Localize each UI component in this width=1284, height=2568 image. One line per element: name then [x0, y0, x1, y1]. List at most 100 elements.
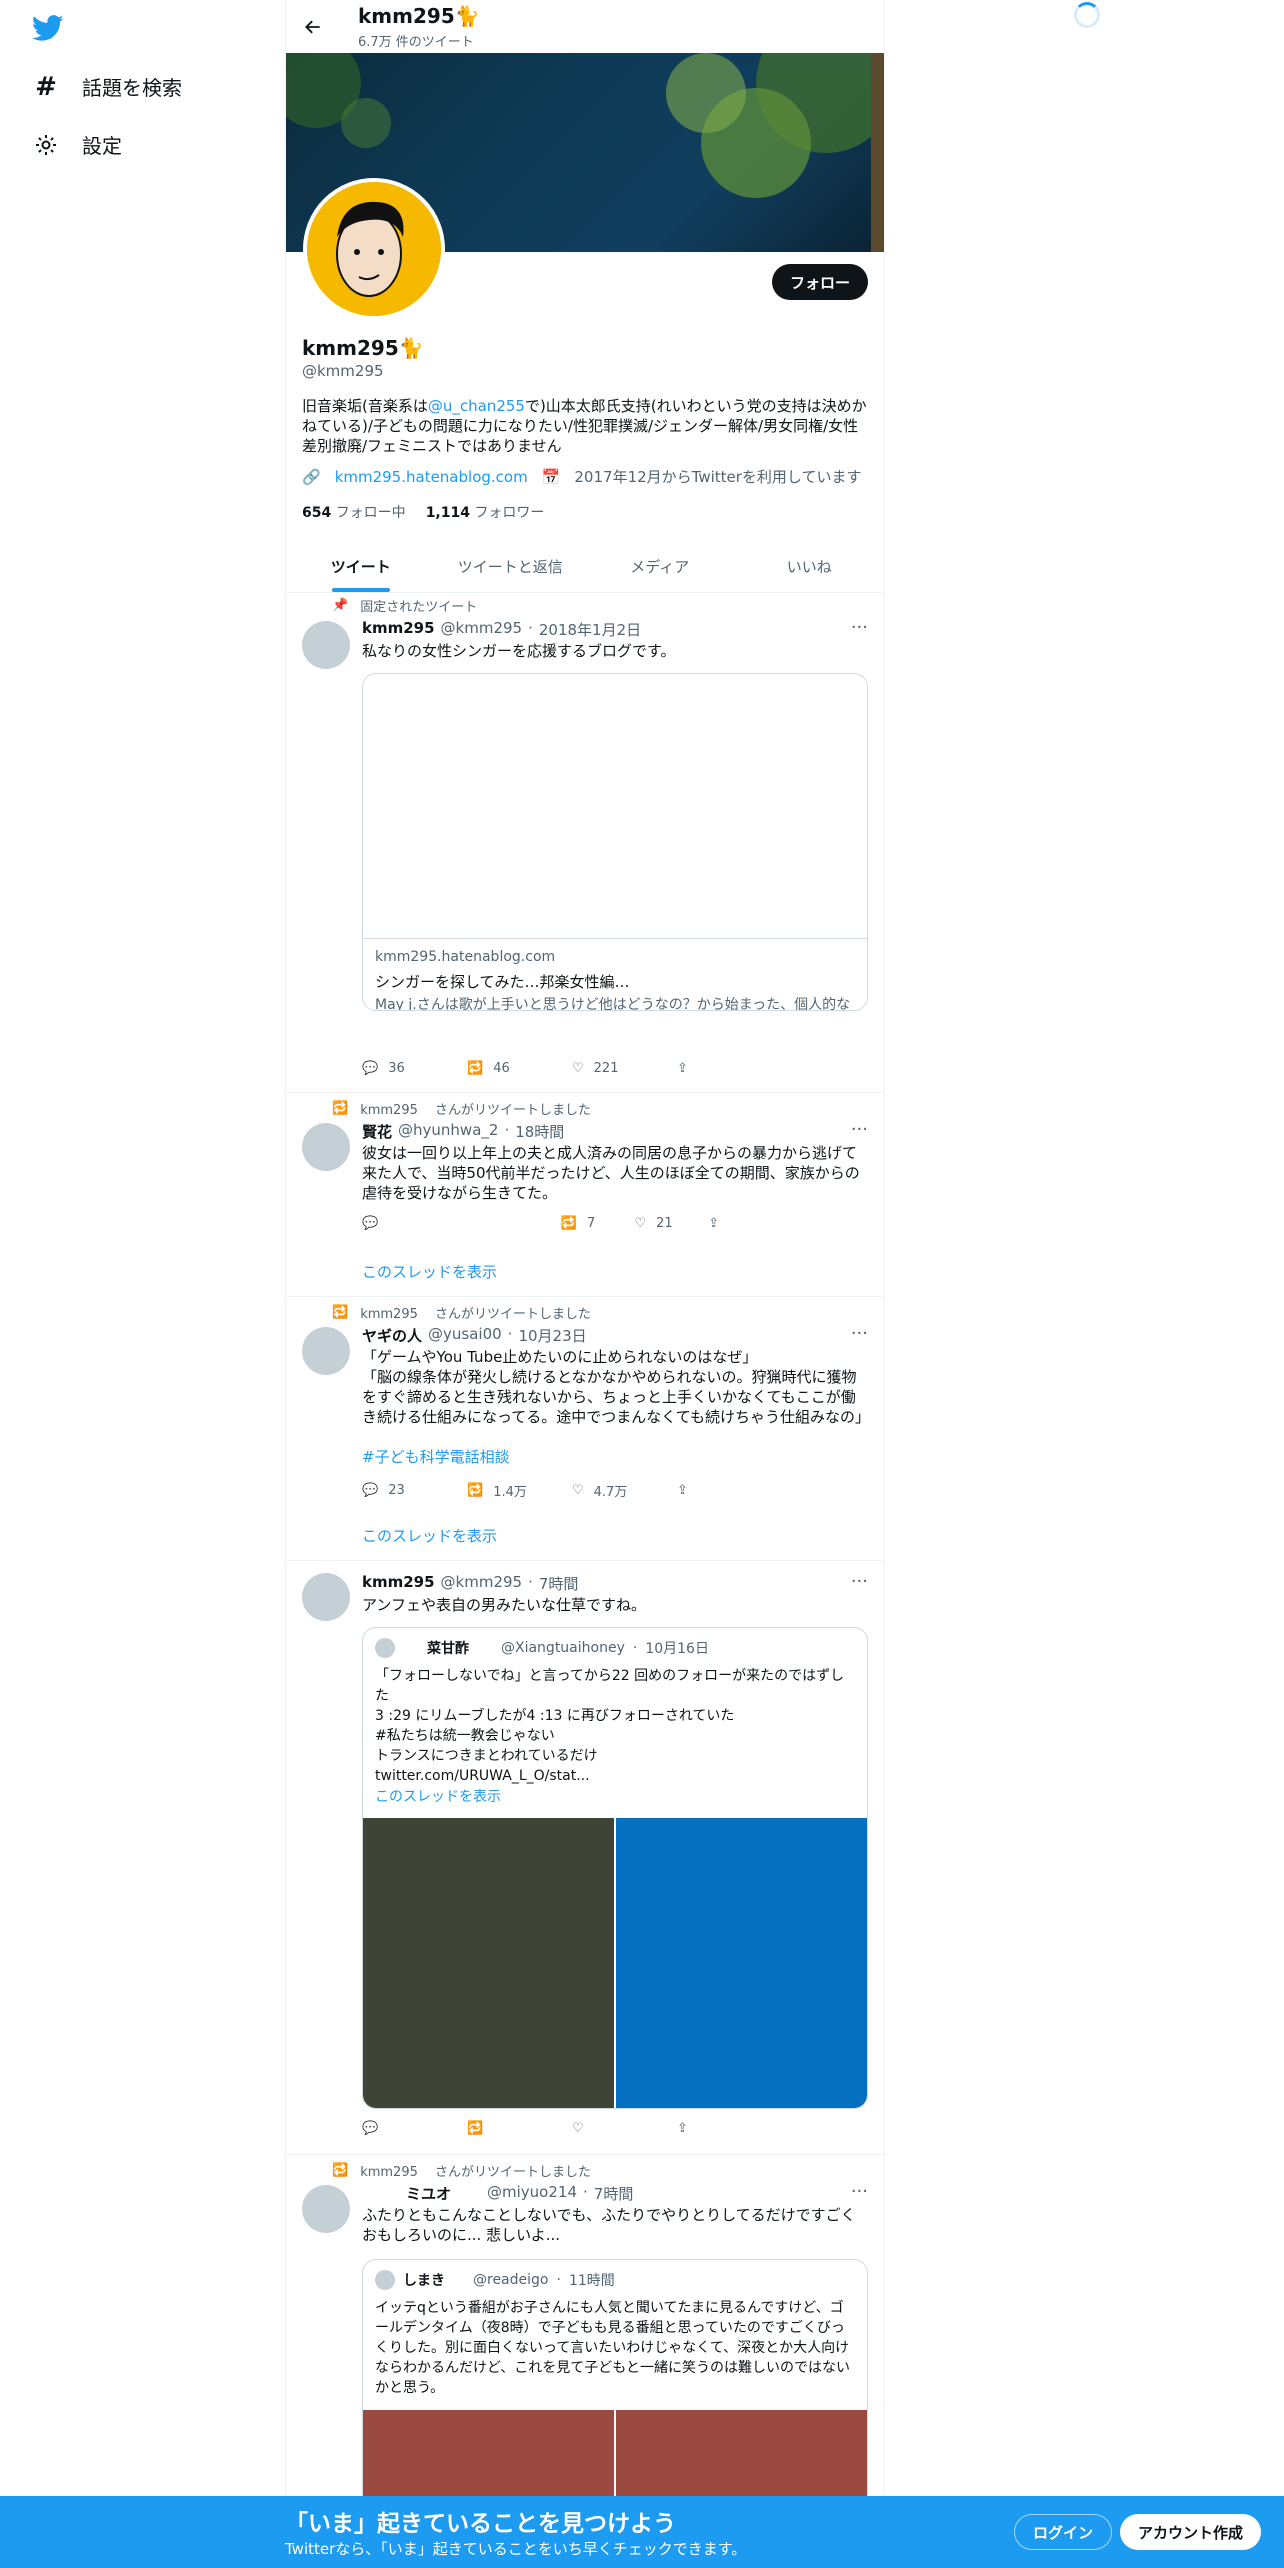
link-card[interactable]: kmm295.hatenablog.com シンガーを探してみた…邦楽女性編… … — [362, 673, 868, 1011]
reply-button[interactable]: 💬 23 — [362, 1481, 467, 1500]
tweet-author-handle[interactable]: @yusai00 — [428, 1325, 502, 1346]
tweet-author-name[interactable]: kmm295 — [362, 1573, 435, 1594]
link-icon: 🔗 — [302, 467, 321, 486]
retweet-icon: 🔁 — [467, 2121, 484, 2136]
quoted-image-1[interactable] — [363, 1818, 614, 2108]
tweet-date[interactable]: 7時間 — [594, 2183, 634, 2204]
tweet-author-name[interactable]: 賢花 — [362, 1121, 392, 1142]
tweet-context: 🔁 kmm295 さんがリツイートしました — [332, 1099, 591, 1118]
tweet-author-handle[interactable]: @kmm295 — [441, 619, 523, 640]
tweet-separator-dot: · — [507, 1325, 513, 1343]
tweet-avatar[interactable] — [302, 1123, 350, 1171]
followers-stat[interactable]: 1,114 フォロワー — [426, 502, 545, 522]
quoted-show-thread-link[interactable]: このスレッドを表示 — [375, 1786, 501, 1806]
tweet-author-handle[interactable]: @miyuo214 — [487, 2183, 577, 2204]
heart-icon: ♡ — [572, 1483, 584, 1498]
tweet-author-name[interactable]: ヤギの人 — [362, 1325, 422, 1346]
quoted-tweet[interactable]: 菜甘酢 @Xiangtuaihoney · 10月16日 「フォローしないでね」… — [362, 1627, 868, 2109]
tweet-item[interactable]: kmm295 @kmm295 · 7時間 ··· アンフェや表自の男みたいな仕草… — [286, 1561, 884, 2155]
tweet-item[interactable]: 🔁 kmm295 さんがリツイートしました 賢花 @hyunhwa_2 · 18… — [286, 1093, 884, 1297]
tweet-author-name[interactable]: kmm295 — [362, 619, 435, 640]
tweet-avatar[interactable] — [302, 1327, 350, 1375]
reply-icon: 💬 — [362, 1483, 379, 1498]
tweet-author-name[interactable]: ミユオ — [406, 2183, 451, 2204]
reply-button[interactable]: 💬 — [362, 2121, 467, 2136]
tweet-item[interactable]: 📌 固定されたツイート kmm295 @kmm295 · 2018年1月2日 ·… — [286, 593, 884, 1093]
gear-icon — [32, 131, 60, 159]
nav-settings[interactable]: 設定 — [32, 130, 122, 159]
tweet-author-handle[interactable]: @kmm295 — [441, 1573, 523, 1594]
tweet-context-label[interactable]: kmm295 さんがリツイートしました — [360, 1303, 591, 1322]
like-button[interactable]: ♡ — [572, 2121, 677, 2136]
tab-media[interactable]: メディア — [585, 540, 735, 592]
reply-count: 36 — [388, 1061, 405, 1076]
login-button[interactable]: ログイン — [1014, 2514, 1113, 2550]
like-button[interactable]: ♡ 21 — [635, 1216, 709, 1231]
follow-button[interactable]: フォロー — [771, 264, 868, 300]
twitter-logo-icon[interactable] — [30, 12, 66, 44]
more-options-icon[interactable]: ··· — [851, 1119, 868, 1140]
tweet-avatar[interactable] — [302, 1573, 350, 1621]
more-options-icon[interactable]: ··· — [851, 617, 868, 638]
reply-icon: 💬 — [362, 1061, 379, 1076]
profile-avatar[interactable] — [303, 178, 445, 320]
tweet-date[interactable]: 7時間 — [539, 1573, 579, 1594]
tab-likes[interactable]: いいね — [735, 540, 885, 592]
tab-tweets-and-replies[interactable]: ツイートと返信 — [436, 540, 586, 592]
tweet-date[interactable]: 10月23日 — [518, 1325, 586, 1346]
profile-website-link[interactable]: kmm295.hatenablog.com — [335, 468, 528, 486]
quoted-tweet-text: 「フォローしないでね」と言ってから22 回めのフォローが来たのではずした 3 :… — [375, 1668, 845, 1784]
following-label: フォロー中 — [335, 505, 406, 521]
quoted-image-2[interactable] — [616, 1818, 867, 2108]
reply-button[interactable]: 💬 — [362, 1216, 436, 1231]
quoted-date: 10月16日 — [645, 1641, 709, 1657]
bio-text-1: 旧音楽垢(音楽系は — [302, 397, 428, 415]
bio-mention-link[interactable]: @u_chan255 — [428, 397, 525, 415]
tweet-header: ミユオ @miyuo214 · 7時間 — [406, 2183, 633, 2204]
retweet-icon: 🔁 — [332, 2163, 349, 2178]
share-button[interactable]: ⇪ — [708, 1216, 782, 1231]
tweet-date[interactable]: 18時間 — [515, 1121, 564, 1142]
retweet-button[interactable]: 🔁 — [467, 2121, 572, 2136]
tweet-author-handle[interactable]: @hyunhwa_2 — [398, 1121, 498, 1142]
like-button[interactable]: ♡ 4.7万 — [572, 1481, 677, 1500]
show-thread-link[interactable]: このスレッドを表示 — [362, 1261, 497, 1282]
retweet-button[interactable]: 🔁 7 — [436, 1216, 635, 1231]
tweet-item[interactable]: 🔁 kmm295 さんがリツイートしました ヤギの人 @yusai00 · 10… — [286, 1297, 884, 1561]
tweet-header: ヤギの人 @yusai00 · 10月23日 — [362, 1325, 587, 1346]
more-options-icon[interactable]: ··· — [851, 1323, 868, 1344]
tweet-text: 私なりの女性シンガーを応援するブログです。 — [362, 642, 676, 660]
tweet-context: 📌 固定されたツイート — [332, 596, 477, 615]
back-arrow-icon[interactable] — [300, 14, 326, 40]
share-button[interactable]: ⇪ — [677, 1481, 782, 1500]
tweet-context-label[interactable]: kmm295 さんがリツイートしました — [360, 2161, 591, 2180]
retweet-button[interactable]: 🔁 1.4万 — [467, 1481, 572, 1500]
tweet-date[interactable]: 2018年1月2日 — [539, 619, 641, 640]
more-options-icon[interactable]: ··· — [851, 2181, 868, 2202]
tweet-avatar[interactable] — [302, 2185, 350, 2233]
more-options-icon[interactable]: ··· — [851, 1571, 868, 1592]
pin-icon: 📌 — [332, 598, 349, 613]
nav-explore[interactable]: # 話題を検索 — [32, 72, 182, 102]
tweet-context-label[interactable]: kmm295 さんがリツイートしました — [360, 1099, 591, 1118]
create-account-button[interactable]: アカウント作成 — [1120, 2514, 1262, 2550]
show-thread-link[interactable]: このスレッドを表示 — [362, 1525, 497, 1546]
following-stat[interactable]: 654 フォロー中 — [302, 502, 406, 522]
tweet-text: 彼女は一回り以上年上の夫と成人済みの同居の息子からの暴力から逃げて来た人で、当時… — [362, 1144, 860, 1202]
tweet-header: 賢花 @hyunhwa_2 · 18時間 — [362, 1121, 564, 1142]
hashtag-link[interactable]: #子ども科学電話相談 — [362, 1448, 510, 1466]
heart-icon: ♡ — [572, 2121, 584, 2136]
reply-button[interactable]: 💬 36 — [362, 1061, 467, 1076]
tab-tweets[interactable]: ツイート — [286, 540, 436, 592]
tweet-actions: 💬 🔁 ♡ ⇪ — [362, 2121, 782, 2136]
tweet-avatar[interactable] — [302, 621, 350, 669]
share-button[interactable]: ⇪ — [677, 2121, 782, 2136]
retweet-button[interactable]: 🔁 46 — [467, 1061, 572, 1076]
profile-name: kmm295🐈 — [302, 336, 424, 360]
like-button[interactable]: ♡ 221 — [572, 1061, 677, 1076]
retweet-icon: 🔁 — [467, 1061, 484, 1076]
follow-stats: 654 フォロー中 1,114 フォロワー — [302, 502, 544, 522]
retweet-icon: 🔁 — [467, 1483, 484, 1498]
quoted-separator-dot: · — [556, 2272, 561, 2288]
share-button[interactable]: ⇪ — [677, 1061, 782, 1076]
